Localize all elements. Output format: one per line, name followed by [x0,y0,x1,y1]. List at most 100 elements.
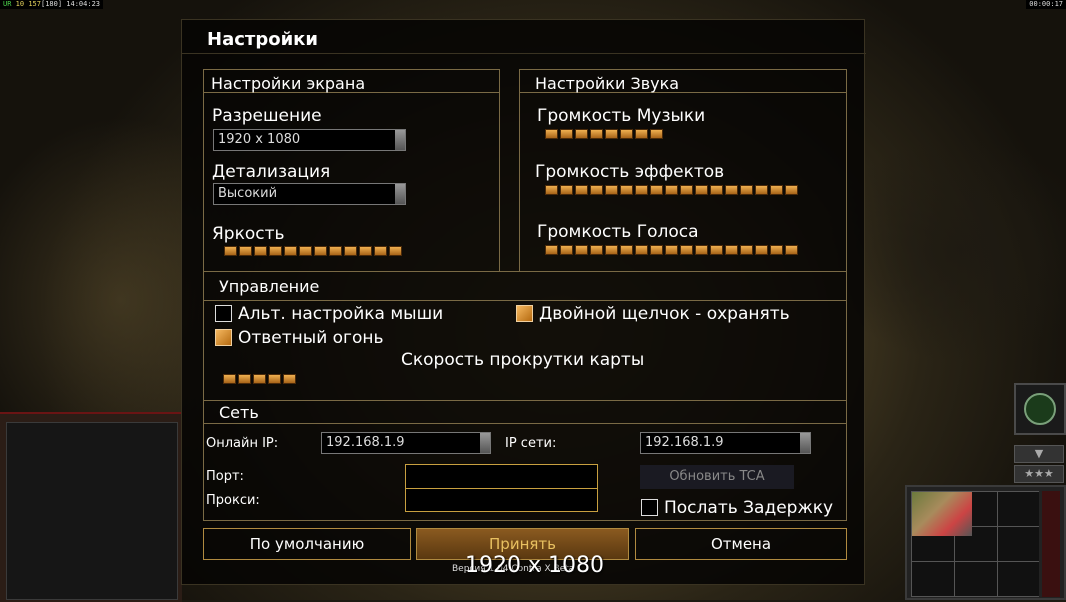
sound-settings-heading: Настройки Звука [535,74,680,93]
slider-segment [238,374,251,384]
dialog-title: Настройки [207,29,319,50]
slider-segment [785,245,798,255]
slider-segment [620,185,633,195]
settings-dialog: Настройки Настройки экрана Разрешение 19… [181,19,866,585]
left-command-panel [0,412,182,602]
slider-segment [590,185,603,195]
radar-button[interactable] [1014,383,1066,435]
proxy-input[interactable] [405,488,598,512]
slider-segment [740,185,753,195]
alt-mouse-label: Альт. настройка мыши [238,304,444,324]
slider-segment [560,245,573,255]
slider-segment [785,185,798,195]
brightness-slider[interactable] [224,246,402,258]
slider-segment [575,185,588,195]
slider-segment [680,185,693,195]
building-thumbnail[interactable] [912,492,972,536]
defaults-button[interactable]: По умолчанию [203,528,411,560]
controls-heading: Управление [219,277,320,296]
slider-segment [224,246,237,256]
slider-segment [695,245,708,255]
slider-segment [650,245,663,255]
alt-mouse-checkbox[interactable] [215,305,232,322]
send-delay-label: Послать Задержку [664,498,834,518]
online-ip-label: Онлайн IP: [206,436,279,451]
network-heading: Сеть [219,403,259,422]
chevron-down-icon [480,433,490,453]
effects-volume-slider[interactable] [545,185,798,197]
resolution-label: Разрешение [212,106,322,126]
lan-ip-dropdown[interactable]: 192.168.1.9 [640,432,811,454]
slider-segment [545,245,558,255]
slider-segment [635,185,648,195]
slider-segment [575,245,588,255]
slider-segment [283,374,296,384]
slider-segment [620,245,633,255]
slider-segment [284,246,297,256]
scroll-speed-label: Скорость прокрутки карты [401,350,645,370]
detail-label: Детализация [212,162,331,182]
slider-segment [665,185,678,195]
hud-timer: 00:00:17 [1026,0,1066,9]
slider-segment [239,246,252,256]
dropdown-arrow-button[interactable]: ▼ [1014,445,1064,463]
slider-segment [620,129,633,139]
slider-segment [755,185,768,195]
voice-volume-slider[interactable] [545,245,798,257]
slider-segment [665,245,678,255]
slider-segment [770,185,783,195]
update-tca-button[interactable]: Обновить TCA [640,465,794,489]
hud-stats: UR 10 157[180] 14:04:23 [0,0,103,9]
double-click-checkbox[interactable] [516,305,533,322]
brightness-label: Яркость [212,224,285,244]
slider-segment [545,185,558,195]
slider-segment [329,246,342,256]
radar-icon [1024,393,1056,425]
return-fire-checkbox[interactable] [215,329,232,346]
resolution-overlay-text: 1920 x 1080 [465,553,604,578]
send-delay-checkbox[interactable] [641,499,658,516]
slider-segment [359,246,372,256]
voice-volume-label: Громкость Голоса [537,222,699,242]
slider-segment [560,129,573,139]
slider-segment [269,246,282,256]
music-volume-slider[interactable] [545,129,663,141]
slider-segment [635,245,648,255]
scroll-speed-slider[interactable] [223,374,296,386]
cancel-button[interactable]: Отмена [635,528,847,560]
slider-segment [605,185,618,195]
slider-segment [389,246,402,256]
slider-segment [740,245,753,255]
slider-segment [635,129,648,139]
slider-segment [695,185,708,195]
port-input[interactable] [405,464,598,490]
slider-segment [254,246,267,256]
rank-stars-button[interactable]: ★★★ [1014,465,1064,483]
detail-dropdown[interactable]: Высокий [213,183,406,205]
slider-segment [605,245,618,255]
slider-segment [223,374,236,384]
slider-segment [650,129,663,139]
slider-segment [268,374,281,384]
proxy-label: Прокси: [206,493,260,508]
slider-segment [725,245,738,255]
effects-volume-label: Громкость эффектов [535,162,725,182]
slider-segment [770,245,783,255]
slider-segment [680,245,693,255]
slider-segment [575,129,588,139]
online-ip-dropdown[interactable]: 192.168.1.9 [321,432,491,454]
slider-segment [374,246,387,256]
screen-settings-heading: Настройки экрана [211,74,366,93]
slider-segment [725,185,738,195]
slider-segment [755,245,768,255]
build-panel [905,485,1066,600]
chevron-down-icon [395,130,405,150]
slider-segment [650,185,663,195]
resolution-dropdown[interactable]: 1920 x 1080 [213,129,406,151]
slider-segment [560,185,573,195]
slider-segment [299,246,312,256]
chevron-down-icon [800,433,810,453]
slider-segment [590,245,603,255]
slider-segment [344,246,357,256]
slider-segment [710,245,723,255]
